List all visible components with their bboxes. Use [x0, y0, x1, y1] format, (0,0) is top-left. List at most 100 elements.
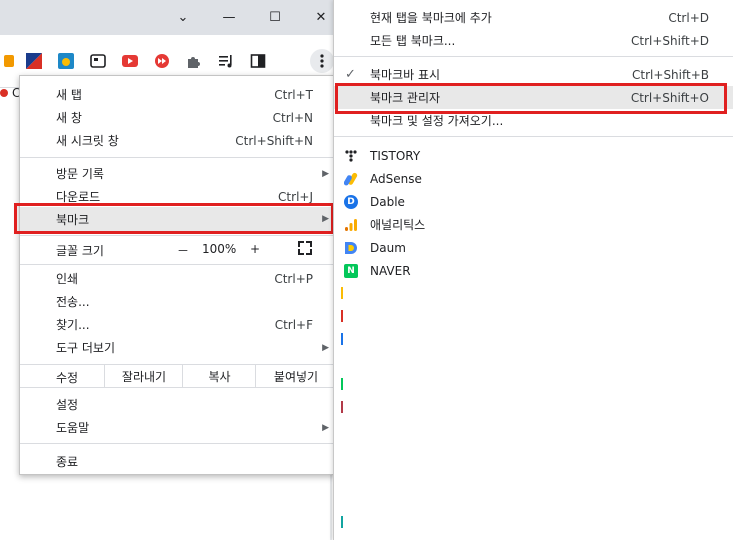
- menu-item-label: 방문 기록: [56, 167, 104, 181]
- menu-item-label: 종료: [56, 455, 79, 469]
- weather-icon[interactable]: [57, 52, 75, 70]
- close-icon: ✕: [315, 10, 327, 25]
- title-bar: ⌄ — ☐ ✕: [0, 0, 340, 35]
- copy-button[interactable]: 복사: [182, 365, 256, 387]
- zoom-label: 글꼴 크기: [56, 244, 104, 258]
- adsense-icon: [344, 172, 358, 186]
- menu-item-settings[interactable]: 설정: [20, 393, 335, 416]
- media-icon[interactable]: [153, 52, 171, 70]
- submenu-item-bookmark-all-tabs[interactable]: 모든 탭 북마크... Ctrl+Shift+D: [334, 29, 733, 52]
- menu-item-help[interactable]: 도움말 ▶: [20, 416, 335, 439]
- menu-item-more-tools[interactable]: 도구 더보기 ▶: [20, 336, 335, 359]
- menu-item-shortcut: Ctrl+J: [278, 189, 313, 204]
- sidepanel-icon[interactable]: [249, 52, 267, 70]
- menu-separator: [20, 443, 335, 444]
- maximize-icon: ☐: [269, 10, 281, 25]
- bookmark-item-naver[interactable]: N NAVER: [334, 259, 733, 282]
- menu-item-new-incognito[interactable]: 새 시크릿 창 Ctrl+Shift+N: [20, 129, 335, 152]
- daum-icon: [344, 241, 358, 255]
- bookmark-item-daum[interactable]: Daum: [334, 236, 733, 259]
- menu-item-shortcut: Ctrl+Shift+N: [235, 133, 313, 148]
- playlist-icon[interactable]: [217, 52, 235, 70]
- menu-item-print[interactable]: 인쇄 Ctrl+P: [20, 267, 335, 290]
- submenu-item-shortcut: Ctrl+Shift+D: [631, 33, 709, 48]
- menu-item-new-window[interactable]: 새 창 Ctrl+N: [20, 106, 335, 129]
- submenu-item-label: 모든 탭 북마크...: [370, 34, 456, 48]
- menu-item-new-tab[interactable]: 새 탭 Ctrl+T: [20, 83, 335, 106]
- menu-item-exit[interactable]: 종료: [20, 450, 335, 473]
- bookmark-label: NAVER: [370, 263, 411, 278]
- submenu-item-bookmark-this-tab[interactable]: 현재 탭을 북마크에 추가 Ctrl+D: [334, 6, 733, 29]
- paste-label: 붙여넣기: [273, 369, 319, 384]
- maximize-button[interactable]: ☐: [252, 0, 298, 35]
- cut-button[interactable]: 잘라내기: [104, 365, 183, 387]
- menu-item-cast[interactable]: 전송...: [20, 290, 335, 313]
- analytics-icon: [344, 218, 358, 232]
- dable-icon: D: [344, 194, 358, 209]
- menu-item-label: 설정: [56, 398, 79, 412]
- background-tick: [341, 378, 343, 390]
- minimize-icon: —: [222, 10, 236, 25]
- fullscreen-icon[interactable]: [298, 241, 312, 255]
- zoom-out-button[interactable]: －: [177, 242, 189, 259]
- bookmark-label: TISTORY: [370, 148, 421, 163]
- background-tick: [341, 333, 343, 345]
- zoom-row: 글꼴 크기 － 100% +: [20, 237, 335, 261]
- menu-item-shortcut: Ctrl+T: [274, 87, 313, 102]
- edit-row: 수정 잘라내기 복사 붙여넣기: [20, 364, 335, 388]
- zoom-in-button[interactable]: +: [250, 242, 260, 256]
- extensions-icon[interactable]: [185, 52, 203, 70]
- submenu-item-label: 북마크바 표시: [370, 68, 441, 82]
- menu-item-history[interactable]: 방문 기록 ▶: [20, 162, 335, 185]
- bookmark-item-analytics[interactable]: 애널리틱스: [334, 213, 733, 236]
- bookmark-favicon-icon[interactable]: [0, 89, 8, 97]
- flag-icon[interactable]: [25, 52, 43, 70]
- bookmark-label: AdSense: [370, 171, 422, 186]
- chevron-right-icon: ▶: [322, 342, 329, 353]
- menu-separator: [334, 56, 733, 57]
- bookmark-label: Dable: [370, 194, 405, 209]
- minimize-button[interactable]: —: [206, 0, 252, 35]
- zoom-level-value: 100%: [202, 242, 237, 256]
- menu-item-label: 도움말: [56, 421, 90, 435]
- bookmark-item-adsense[interactable]: AdSense: [334, 167, 733, 190]
- chrome-main-menu: 새 탭 Ctrl+T 새 창 Ctrl+N 새 시크릿 창 Ctrl+Shift…: [19, 75, 336, 475]
- menu-separator: [334, 136, 733, 137]
- naver-icon: N: [344, 263, 358, 278]
- chevron-down-icon: ⌄: [177, 10, 189, 25]
- menu-item-label: 인쇄: [56, 272, 79, 286]
- submenu-item-label: 북마크 및 설정 가져오기...: [370, 114, 504, 128]
- menu-item-label: 새 탭: [56, 88, 82, 102]
- rss-icon[interactable]: [0, 52, 18, 70]
- paste-button[interactable]: 붙여넣기: [255, 365, 336, 387]
- menu-item-shortcut: Ctrl+P: [274, 271, 313, 286]
- screenshot-icon[interactable]: [89, 52, 107, 70]
- copy-label: 복사: [208, 369, 231, 384]
- highlight-box-bookmark-manager: [335, 83, 727, 114]
- highlight-box-bookmarks: [14, 203, 334, 234]
- background-tick: [341, 310, 343, 322]
- bookmark-item-tistory[interactable]: TISTORY: [334, 144, 733, 167]
- menu-item-shortcut: Ctrl+N: [272, 110, 313, 125]
- menu-item-shortcut: Ctrl+F: [274, 317, 313, 332]
- bookmark-label: Daum: [370, 240, 406, 255]
- background-tick: [341, 287, 343, 299]
- menu-item-label: 도구 더보기: [56, 341, 116, 355]
- tab-search-dropdown[interactable]: ⌄: [160, 0, 206, 35]
- edit-label: 수정: [56, 371, 79, 385]
- menu-item-label: 새 시크릿 창: [56, 134, 119, 148]
- menu-item-label: 새 창: [56, 111, 82, 125]
- bookmark-label: 애널리틱스: [370, 218, 426, 232]
- cut-label: 잘라내기: [121, 369, 167, 384]
- chevron-right-icon: ▶: [322, 422, 329, 433]
- menu-item-label: 전송...: [56, 295, 90, 309]
- menu-item-label: 찾기...: [56, 318, 90, 332]
- bookmark-item-dable[interactable]: D Dable: [334, 190, 733, 213]
- menu-separator: [20, 264, 335, 265]
- menu-separator: [20, 157, 335, 158]
- menu-item-find[interactable]: 찾기... Ctrl+F: [20, 313, 335, 336]
- chevron-right-icon: ▶: [322, 168, 329, 179]
- menu-kebab-icon[interactable]: [310, 49, 334, 73]
- youtube-icon[interactable]: [121, 52, 139, 70]
- submenu-item-shortcut: Ctrl+Shift+B: [632, 67, 709, 82]
